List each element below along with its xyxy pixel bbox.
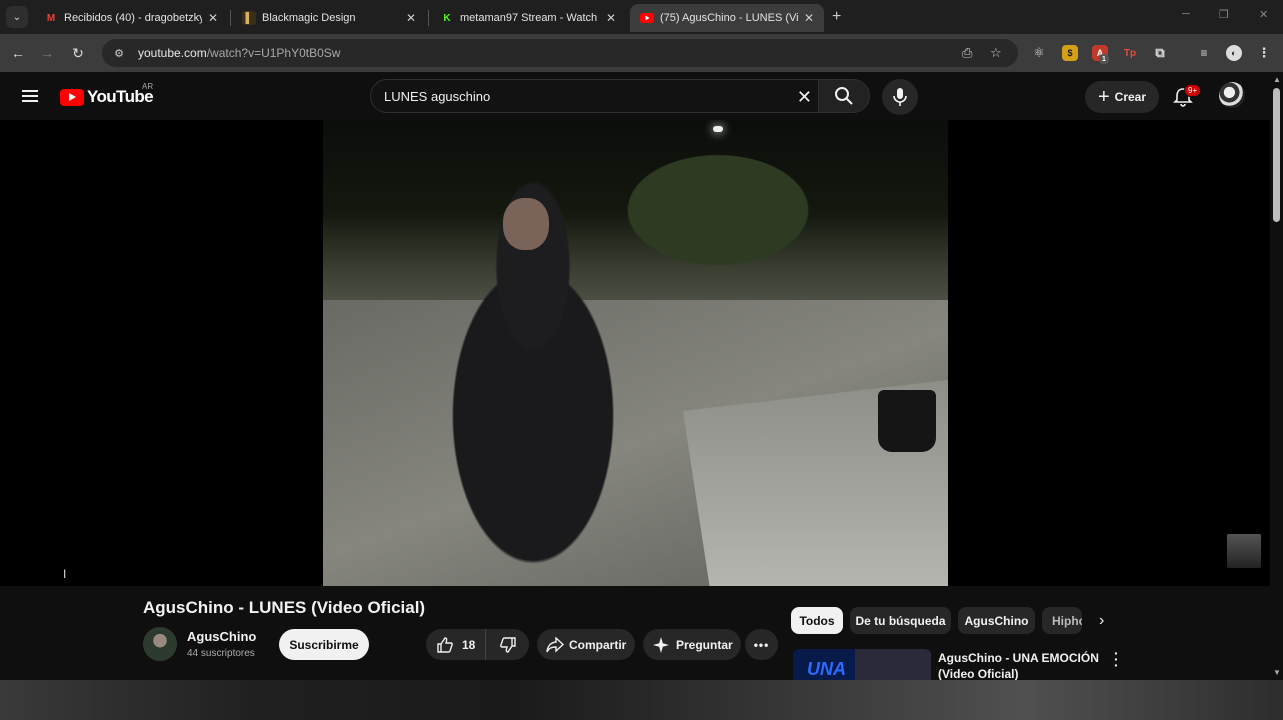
new-tab-icon[interactable]: +: [832, 8, 841, 26]
create-label: Crear: [1114, 90, 1147, 104]
channel-avatar[interactable]: [143, 627, 177, 661]
browser-toolbar: ← → ↻ ⚙ youtube.com/watch?v=U1PhY0tB0Sw …: [0, 34, 1283, 72]
extensions-puzzle-icon[interactable]: ⧉: [1152, 45, 1168, 61]
restore-icon[interactable]: ❐: [1219, 8, 1229, 21]
taskbar: [0, 680, 1283, 720]
close-icon[interactable]: ✕: [804, 11, 814, 25]
subscribe-button[interactable]: Suscribirme: [279, 629, 369, 660]
search-button[interactable]: [818, 79, 870, 113]
forward-icon[interactable]: →: [38, 44, 56, 62]
tab-blackmagic[interactable]: ▌ Blackmagic Design ✕: [232, 4, 426, 32]
share-button[interactable]: Compartir: [537, 629, 635, 660]
thumbnail-text: UNA: [807, 659, 846, 679]
address-bar[interactable]: ⚙ youtube.com/watch?v=U1PhY0tB0Sw ⎙ ☆: [102, 39, 1018, 67]
chip-hiphop[interactable]: Hiphop: [1042, 607, 1082, 634]
tab-search-button[interactable]: ⌄: [6, 6, 28, 28]
react-devtools-icon[interactable]: ⚛: [1031, 45, 1047, 61]
sparkle-icon: [653, 636, 669, 653]
blackmagic-icon: ▌: [242, 11, 256, 25]
window-close-icon[interactable]: ✕: [1259, 8, 1268, 21]
chip-aguschino[interactable]: AgusChino: [958, 607, 1035, 634]
scene-streetlight: [713, 126, 723, 132]
close-icon[interactable]: ✕: [208, 11, 218, 25]
kick-icon: K: [443, 12, 451, 24]
tab-youtube[interactable]: (75) AgusChino - LUNES (Video ✕: [630, 4, 824, 32]
video-frame[interactable]: [323, 120, 948, 586]
extension-coin-icon[interactable]: $: [1062, 45, 1078, 61]
url-host: youtube.com: [138, 46, 207, 60]
minimize-icon[interactable]: ─: [1182, 8, 1190, 20]
scroll-down-icon[interactable]: ▼: [1273, 668, 1281, 677]
scene-mate-cup: [878, 390, 936, 452]
clear-search-icon[interactable]: ✕: [797, 87, 812, 108]
bookmark-star-icon[interactable]: ☆: [990, 45, 1002, 61]
chip-de-tu-busqueda[interactable]: De tu búsqueda: [850, 607, 951, 634]
youtube-play-icon: [60, 88, 84, 106]
search-input[interactable]: LUNES aguschino ✕: [370, 79, 818, 113]
menu-icon[interactable]: [22, 90, 38, 102]
youtube-logo[interactable]: YouTube AR: [60, 82, 154, 107]
channel-name[interactable]: AgusChino: [187, 629, 256, 644]
notification-badge: 9+: [1184, 84, 1202, 97]
close-icon[interactable]: ✕: [406, 11, 416, 25]
tab-gmail[interactable]: M Recibidos (40) - dragobetzkyda ✕: [34, 4, 228, 32]
tab-title: metaman97 Stream - Watch Liv: [460, 12, 600, 24]
scene-face: [503, 198, 549, 250]
video-title: AgusChino - LUNES (Video Oficial): [143, 598, 426, 617]
like-count: 18: [462, 637, 476, 652]
text-cursor-icon: I: [63, 567, 67, 581]
miniplayer-thumbnail[interactable]: [1227, 534, 1261, 568]
country-code: AR: [142, 82, 154, 91]
microphone-icon: [893, 88, 907, 106]
plus-icon: +: [1097, 86, 1110, 108]
thumbs-up-icon: [437, 636, 453, 653]
dislike-button[interactable]: [486, 636, 529, 654]
youtube-icon: [640, 11, 654, 25]
browser-menu-icon[interactable]: ⋮: [1256, 45, 1272, 61]
video-player[interactable]: I: [0, 120, 1270, 586]
chip-todos[interactable]: Todos: [791, 607, 843, 634]
recommended-thumbnail[interactable]: UNA: [793, 649, 931, 680]
profile-avatar-icon[interactable]: ◐: [1226, 45, 1242, 61]
reload-icon[interactable]: ↻: [69, 44, 87, 62]
tab-kick[interactable]: K metaman97 Stream - Watch Liv ✕: [430, 4, 626, 32]
url-text[interactable]: youtube.com/watch?v=U1PhY0tB0Sw: [138, 46, 340, 60]
site-info-icon[interactable]: ⚙: [112, 46, 126, 60]
url-path: /watch?v=U1PhY0tB0Sw: [206, 46, 341, 60]
tab-separator: [230, 10, 231, 26]
ask-button[interactable]: Preguntar: [643, 629, 741, 660]
extension-badge: 1: [1099, 54, 1109, 64]
back-icon[interactable]: ←: [9, 44, 27, 62]
scroll-up-icon[interactable]: ▲: [1273, 75, 1281, 84]
share-label: Compartir: [569, 637, 627, 652]
like-dislike-group: 18: [426, 629, 529, 660]
chevron-right-icon[interactable]: ›: [1099, 612, 1104, 630]
recommended-title[interactable]: AgusChino - UNA EMOCIÓN (Video Oficial): [938, 650, 1108, 682]
search-icon: [835, 87, 853, 105]
voice-search-button[interactable]: [882, 79, 918, 115]
close-icon[interactable]: ✕: [606, 11, 616, 25]
youtube-header: YouTube AR LUNES aguschino ✕ + Crear 9+: [0, 72, 1270, 120]
scrollbar-thumb[interactable]: [1273, 88, 1280, 222]
like-button[interactable]: 18: [426, 629, 486, 660]
more-vert-icon[interactable]: · · ·: [1114, 646, 1119, 672]
subscriber-count: 44 suscriptores: [187, 648, 255, 659]
tab-title: Recibidos (40) - dragobetzkyda: [64, 12, 202, 24]
browser-tab-bar: ⌄ M Recibidos (40) - dragobetzkyda ✕ ▌ B…: [0, 0, 1283, 34]
share-icon: [546, 636, 564, 653]
create-button[interactable]: + Crear: [1085, 81, 1159, 113]
thumbs-down-icon: [499, 636, 516, 653]
tab-title: (75) AgusChino - LUNES (Video: [660, 12, 798, 24]
search-query[interactable]: LUNES aguschino: [384, 89, 490, 104]
gmail-icon: M: [46, 12, 56, 24]
tab-title: Blackmagic Design: [262, 12, 356, 24]
extension-tp-icon[interactable]: Tp: [1122, 45, 1138, 61]
ask-label: Preguntar: [676, 637, 733, 652]
page-scrollbar[interactable]: ▲ ▼: [1270, 72, 1283, 680]
more-actions-button[interactable]: •••: [745, 629, 778, 660]
install-app-icon[interactable]: ⎙: [962, 45, 972, 61]
tab-separator: [428, 10, 429, 26]
account-avatar[interactable]: [1219, 82, 1245, 108]
media-controls-icon[interactable]: ≡: [1196, 45, 1212, 61]
